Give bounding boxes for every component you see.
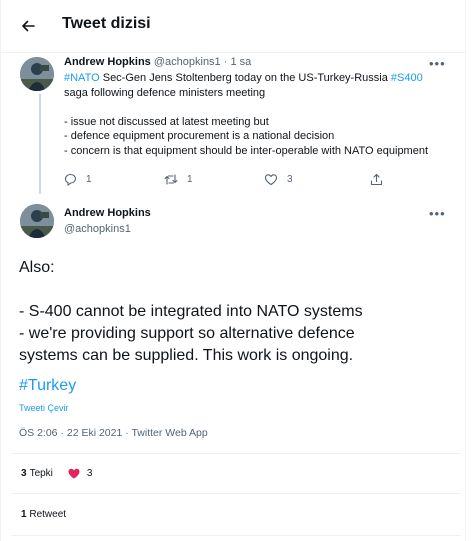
heart-icon	[264, 174, 278, 186]
hashtag-link[interactable]: #NATO	[64, 72, 100, 84]
page-title: Tweet dizisi	[62, 15, 151, 32]
arrow-left-icon	[22, 20, 35, 32]
author-name[interactable]: Andrew Hopkins	[64, 56, 151, 68]
retweets-label: Retweet	[29, 509, 67, 520]
reply-count: 1	[86, 174, 92, 185]
tweet-text: Also: - S-400 cannot be integrated into …	[19, 257, 459, 367]
tweet-time[interactable]: 1 sa	[230, 56, 251, 68]
tweet-text-segment: Sec-Gen Jens Stoltenberg today on the US…	[99, 72, 391, 84]
reply-icon	[64, 173, 77, 186]
thread-panel: Tweet dizisi Andrew Hopkins @achopkins1 …	[0, 0, 467, 541]
tweet-line	[19, 279, 459, 301]
tweet-line: - we're providing support so alternative…	[19, 325, 355, 342]
author-handle[interactable]: @achopkins1	[154, 56, 221, 68]
divider	[11, 535, 461, 536]
reply-button[interactable]: 1	[64, 173, 92, 186]
more-horizontal-icon: •••	[429, 56, 446, 71]
tweet-line	[64, 100, 449, 115]
like-button[interactable]: 3	[264, 173, 293, 186]
tweet-line: - S-400 cannot be integrated into NATO s…	[19, 303, 363, 320]
author-handle[interactable]: @achopkins1	[64, 223, 131, 235]
retweet-count: 1	[187, 174, 193, 185]
avatar[interactable]	[20, 204, 54, 238]
tweet-line: saga following defence ministers meeting	[64, 86, 266, 99]
tweet-line: - defence equipment procurement is a nat…	[64, 130, 335, 143]
more-horizontal-icon: •••	[429, 206, 446, 221]
retweet-icon	[164, 174, 178, 185]
hashtag-link[interactable]: #S400	[391, 72, 423, 84]
like-count: 3	[287, 174, 293, 185]
back-button[interactable]	[15, 13, 41, 39]
retweet-button[interactable]: 1	[164, 173, 193, 186]
tweet-line: Also:	[19, 259, 55, 276]
translate-link[interactable]: Tweeti Çevir	[19, 403, 69, 413]
separator: ·	[223, 56, 228, 68]
divider	[11, 453, 461, 454]
thread-header: Tweet dizisi	[1, 0, 467, 53]
tweet-actions: 1 1 3	[64, 173, 444, 189]
hashtag-link[interactable]: #Turkey	[19, 377, 76, 395]
author-name[interactable]: Andrew Hopkins	[64, 207, 151, 219]
reactions-stats[interactable]: 3 Tepki 3	[21, 467, 92, 480]
heart-icon	[68, 468, 80, 479]
share-button[interactable]	[370, 173, 383, 186]
heart-count: 3	[86, 468, 93, 479]
divider	[11, 493, 461, 494]
more-button[interactable]: •••	[429, 207, 446, 220]
more-button[interactable]: •••	[429, 57, 446, 70]
retweets-count: 1	[21, 509, 27, 520]
tweet-text: #NATO Sec-Gen Jens Stoltenberg today on …	[64, 71, 449, 159]
reactions-count: 3	[21, 468, 27, 479]
tweet-timestamp[interactable]: ÖS 2:06 · 22 Eki 2021 · Twitter Web App	[19, 427, 208, 439]
tweet-line: - issue not discussed at latest meeting …	[64, 115, 269, 128]
retweets-stats[interactable]: 1 Retweet	[21, 509, 66, 520]
tweet-line: systems can be supplied. This work is on…	[19, 347, 354, 364]
tweet-header: Andrew Hopkins @achopkins1 · 1 sa	[64, 56, 251, 68]
thread-connector	[39, 94, 41, 194]
share-icon	[370, 173, 383, 186]
tweet-line: - concern is that equipment should be in…	[64, 144, 429, 157]
reactions-label: Tepki	[29, 468, 53, 479]
avatar[interactable]	[20, 57, 54, 91]
